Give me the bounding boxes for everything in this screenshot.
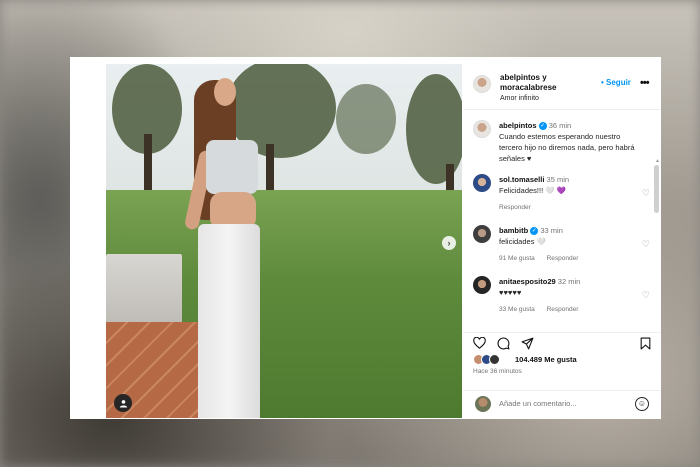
comment-body: bambitb ✓ 33 min felicidades 🤍: [499, 225, 639, 247]
author-line-2[interactable]: moracalabrese: [500, 83, 590, 93]
avatar[interactable]: [473, 174, 491, 192]
comments-list: abelpintos ✓ 36 min Cuando estemos esper…: [463, 111, 661, 329]
reply-link[interactable]: Responder: [547, 255, 579, 262]
add-comment-bar: ☺: [463, 390, 661, 418]
heart-icon[interactable]: [473, 336, 486, 351]
caption-time: 36 min: [548, 121, 572, 130]
more-horizontal-icon[interactable]: •••: [640, 77, 650, 89]
author-line-1[interactable]: abelpintos y: [500, 73, 590, 83]
post-authors[interactable]: abelpintos y moracalabrese: [500, 73, 590, 93]
post-actions: [463, 332, 661, 352]
emoji-icon[interactable]: ☺: [635, 397, 649, 411]
comment-meta: 91 Me gusta Responder: [499, 255, 588, 262]
post-timestamp: Hace 36 minutos: [473, 368, 522, 375]
avatar: [475, 396, 491, 412]
comment-meta: 33 Me gusta Responder: [499, 306, 588, 313]
comment-item: anitaesposito29 32 min ♥♥♥♥♥ 33 Me gusta…: [473, 276, 658, 318]
verified-badge-icon: ✓: [538, 122, 547, 131]
post-subtitle: Amor infinito: [500, 95, 539, 102]
avatar[interactable]: [473, 75, 491, 93]
photo-person-pants: [198, 224, 260, 418]
likes-count: 104.489: [515, 355, 543, 364]
comment-item: bambitb ✓ 33 min felicidades 🤍 91 Me gus…: [473, 225, 658, 267]
comment-body: sol.tomaselli 35 min Felicidades!!! 🤍 💜: [499, 174, 639, 196]
likes-summary[interactable]: 104.489 Me gusta: [473, 354, 653, 366]
follow-button[interactable]: • Seguir: [601, 78, 631, 87]
avatar[interactable]: [473, 120, 491, 138]
avatar: [489, 354, 500, 365]
heart-icon[interactable]: ♡: [642, 290, 650, 301]
comment-icon[interactable]: [497, 337, 510, 352]
post-side-panel: abelpintos y moracalabrese Amor infinito…: [463, 64, 661, 418]
likes-count[interactable]: 91 Me gusta: [499, 255, 535, 262]
comment-time: 35 min: [546, 175, 570, 184]
send-icon[interactable]: [521, 337, 534, 352]
photo-person-top: [206, 140, 258, 194]
caption-username[interactable]: abelpintos: [499, 121, 537, 130]
scroll-up-arrow-icon[interactable]: ▲: [655, 158, 660, 164]
comment-text: felicidades 🤍: [499, 237, 546, 246]
caption-text: Cuando estemos esperando nuestro tercero…: [499, 132, 635, 163]
user-tag-icon[interactable]: [114, 394, 132, 412]
caption-body: abelpintos ✓ 36 min Cuando estemos esper…: [499, 120, 639, 164]
comment-text: Felicidades!!! 🤍 💜: [499, 186, 567, 195]
comment-item: sol.tomaselli 35 min Felicidades!!! 🤍 💜 …: [473, 174, 658, 216]
likes-count[interactable]: 33 Me gusta: [499, 306, 535, 313]
reply-link[interactable]: Responder: [547, 306, 579, 313]
heart-icon[interactable]: ♡: [642, 239, 650, 250]
reply-link[interactable]: Responder: [499, 204, 531, 211]
post-photo: ›: [106, 64, 462, 418]
bookmark-icon[interactable]: [640, 337, 651, 352]
photo-tree: [336, 84, 396, 154]
avatar[interactable]: [473, 276, 491, 294]
comment-username[interactable]: bambitb: [499, 226, 528, 235]
comment-text: ♥♥♥♥♥: [499, 288, 522, 297]
heart-icon[interactable]: ♡: [642, 188, 650, 199]
verified-badge-icon: ✓: [530, 227, 539, 236]
comment-username[interactable]: sol.tomaselli: [499, 175, 544, 184]
comment-time: 33 min: [540, 226, 563, 235]
post-header: abelpintos y moracalabrese Amor infinito…: [463, 64, 661, 110]
avatar[interactable]: [473, 225, 491, 243]
chevron-right-icon[interactable]: ›: [442, 236, 456, 250]
comments-scrollbar[interactable]: [654, 165, 659, 213]
likes-text[interactable]: 104.489 Me gusta: [515, 355, 577, 364]
comment-body: anitaesposito29 32 min ♥♥♥♥♥: [499, 276, 639, 298]
caption-row: abelpintos ✓ 36 min Cuando estemos esper…: [473, 120, 658, 170]
comment-username[interactable]: anitaesposito29: [499, 277, 556, 286]
comment-meta: Responder: [499, 204, 541, 211]
comment-time: 32 min: [557, 277, 581, 286]
photo-person-face: [214, 78, 236, 106]
comment-input[interactable]: [499, 399, 619, 408]
likes-suffix: Me gusta: [542, 355, 577, 364]
photo-bench: [106, 254, 182, 330]
